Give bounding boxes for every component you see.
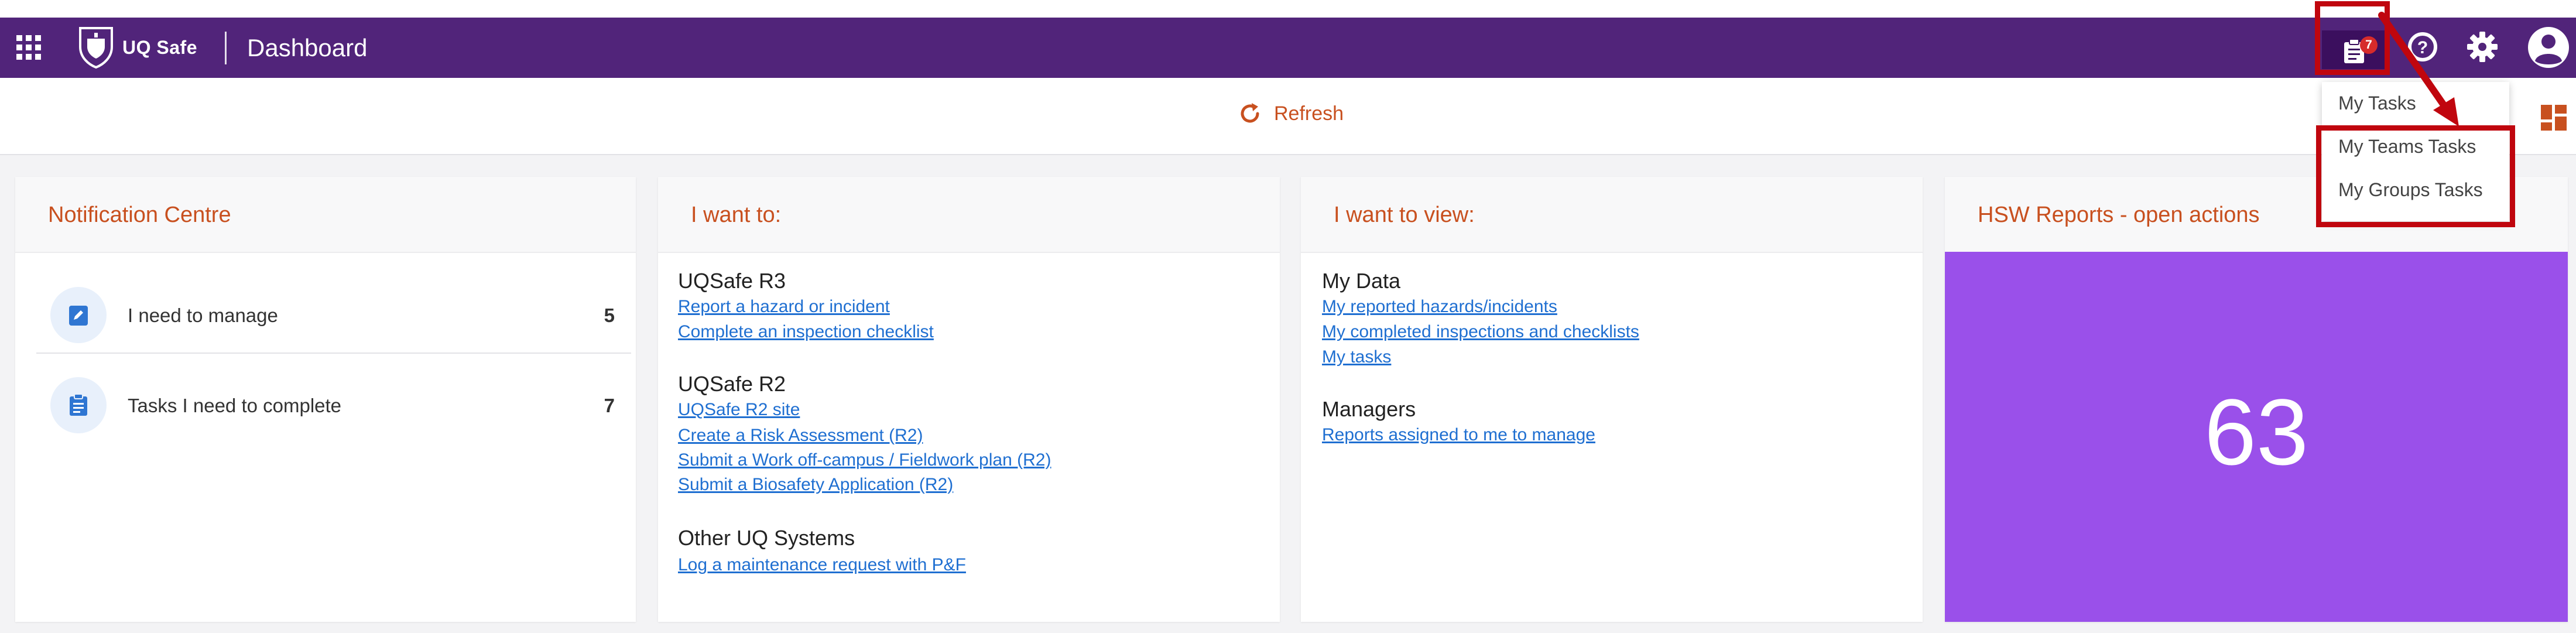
link-inspection-checklist[interactable]: Complete an inspection checklist [678, 322, 934, 342]
link-maintenance-request[interactable]: Log a maintenance request with P&F [678, 555, 966, 575]
card-title: I want to view: [1334, 203, 1475, 227]
help-icon[interactable]: ? [2405, 29, 2440, 64]
card-header: I want to view: [1301, 177, 1923, 253]
apps-grid-icon[interactable] [16, 35, 41, 60]
link-risk-assessment[interactable]: Create a Risk Assessment (R2) [678, 426, 923, 446]
card-title: Notification Centre [48, 203, 231, 227]
card-title: I want to: [691, 203, 782, 227]
top-strip [0, 0, 2576, 18]
open-actions-count: 63 [2204, 379, 2308, 484]
menu-item-my-tasks[interactable]: My Tasks [2338, 93, 2416, 114]
card-header: I want to: [658, 177, 1280, 253]
clipboard-icon-circle [50, 377, 107, 433]
page-title: Dashboard [247, 34, 368, 61]
menu-item-my-groups-tasks[interactable]: My Groups Tasks [2338, 179, 2483, 201]
link-fieldwork-plan[interactable]: Submit a Work off-campus / Fieldwork pla… [678, 450, 1051, 470]
layout-grid-icon[interactable] [2541, 105, 2567, 131]
edit-icon [69, 306, 88, 326]
link-report-hazard[interactable]: Report a hazard or incident [678, 297, 890, 317]
i-want-to-view-card: I want to view: My Data My reported haza… [1301, 177, 1923, 622]
hsw-reports-card: HSW Reports - open actions 63 [1945, 177, 2568, 622]
gear-icon[interactable] [2465, 29, 2500, 64]
logo-text: UQ Safe [122, 36, 197, 58]
svg-text:?: ? [2417, 38, 2428, 57]
tasks-badge: 7 [2360, 36, 2378, 54]
notification-row-tasks[interactable]: Tasks I need to complete 7 [36, 349, 631, 437]
toolbar: Refresh [0, 78, 2576, 155]
section-heading-other: Other UQ Systems [678, 526, 855, 550]
link-my-completed-inspections[interactable]: My completed inspections and checklists [1322, 322, 1639, 342]
section-heading-my-data: My Data [1322, 269, 1401, 293]
card-header: Notification Centre [15, 177, 636, 253]
header-bar: UQ Safe Dashboard 7 ? [0, 18, 2576, 78]
section-heading-r3: UQSafe R3 [678, 269, 786, 293]
notification-count: 7 [604, 395, 615, 416]
section-heading-managers: Managers [1322, 397, 1416, 421]
tasks-button[interactable]: 7 [2322, 30, 2385, 69]
uq-shield-logo [79, 27, 113, 69]
account-icon[interactable] [2527, 26, 2570, 69]
card-title: HSW Reports - open actions [1978, 203, 2260, 227]
link-my-tasks[interactable]: My tasks [1322, 347, 1391, 367]
link-r2-site[interactable]: UQSafe R2 site [678, 400, 800, 420]
notification-count: 5 [604, 304, 615, 326]
tasks-dropdown-menu: My Tasks My Teams Tasks My Groups Tasks [2322, 82, 2509, 221]
link-reports-assigned[interactable]: Reports assigned to me to manage [1322, 425, 1595, 445]
open-actions-tile[interactable]: 63 [1945, 252, 2568, 622]
notification-label: Tasks I need to complete [128, 395, 342, 416]
link-my-reported-hazards[interactable]: My reported hazards/incidents [1322, 297, 1557, 317]
section-heading-r2: UQSafe R2 [678, 372, 786, 396]
refresh-button[interactable]: Refresh [1238, 101, 1344, 126]
notification-label: I need to manage [128, 304, 278, 326]
refresh-label: Refresh [1274, 102, 1344, 125]
header-divider [225, 32, 227, 64]
menu-item-my-teams-tasks[interactable]: My Teams Tasks [2338, 136, 2476, 158]
i-want-to-card: I want to: UQSafe R3 Report a hazard or … [658, 177, 1280, 622]
notification-centre-card: Notification Centre I need to manage 5 T… [15, 177, 636, 622]
edit-icon-circle [50, 287, 107, 343]
clipboard-icon [70, 394, 87, 416]
refresh-icon [1241, 103, 1259, 123]
link-biosafety[interactable]: Submit a Biosafety Application (R2) [678, 475, 953, 495]
app-logo[interactable]: UQ Safe [78, 26, 197, 69]
notification-row-manage[interactable]: I need to manage 5 [36, 259, 631, 354]
